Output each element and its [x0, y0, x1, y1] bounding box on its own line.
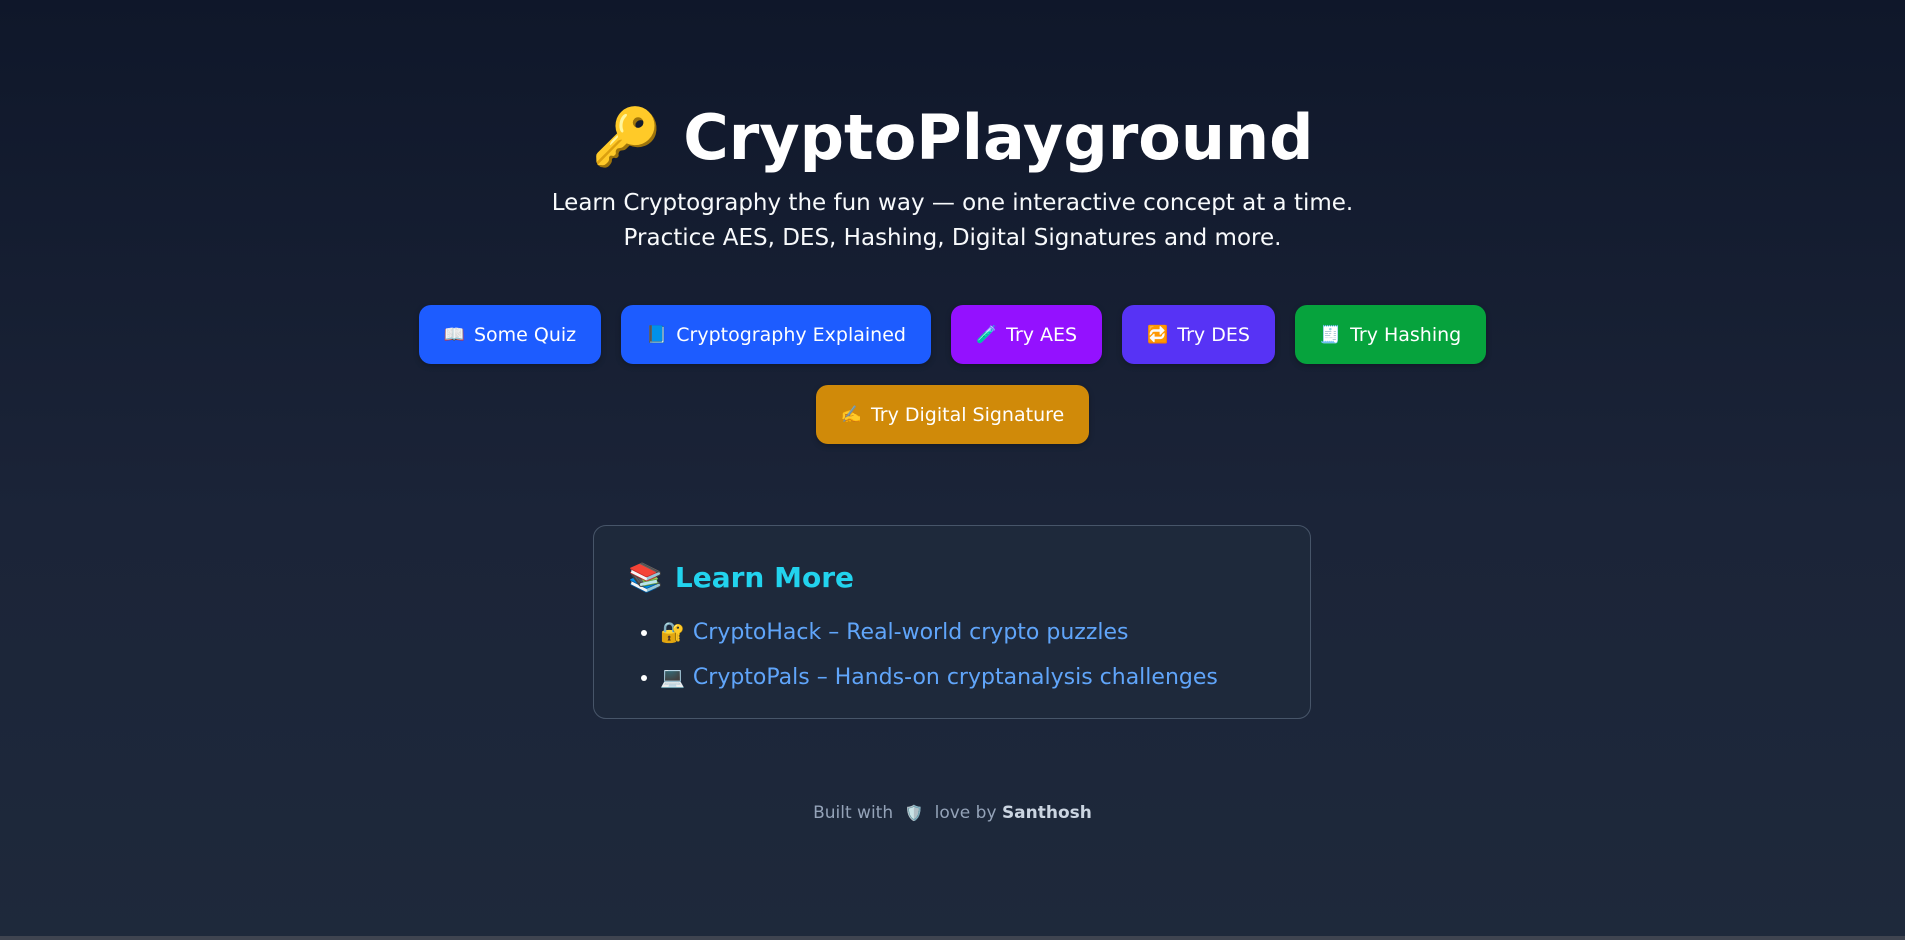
footer: Built with 🛡️ love by Santhosh: [0, 803, 1905, 823]
laptop-icon: 💻: [660, 665, 685, 689]
learn-more-heading-text: Learn More: [674, 561, 854, 594]
receipt-icon: 🧾: [1319, 324, 1342, 345]
shield-icon: 🛡️: [904, 804, 924, 822]
page-title: 🔑 CryptoPlayground: [591, 100, 1313, 176]
blue-book-icon: 📘: [646, 324, 668, 345]
some-quiz-label: Some Quiz: [473, 323, 577, 346]
try-hashing-button[interactable]: 🧾 Try Hashing: [1294, 305, 1487, 364]
try-des-button[interactable]: 🔁 Try DES: [1122, 305, 1275, 364]
subtitle-line-1: Learn Cryptography the fun way — one int…: [551, 190, 1354, 216]
repeat-icon: 🔁: [1147, 324, 1169, 345]
cryptohack-link-text: CryptoHack – Real-world crypto puzzles: [692, 620, 1129, 645]
list-item: 💻 CryptoPals – Hands-on cryptanalysis cha…: [660, 655, 1278, 700]
list-item: 🔐 CryptoHack – Real-world crypto puzzles: [660, 610, 1278, 655]
subtitle-line-2: Practice AES, DES, Hashing, Digital Sign…: [623, 225, 1282, 251]
cryptography-explained-label: Cryptography Explained: [676, 323, 906, 346]
test-tube-icon: 🧪: [975, 324, 998, 345]
page-title-text: CryptoPlayground: [683, 101, 1314, 174]
learn-more-heading: 📚 Learn More: [628, 560, 1278, 596]
cryptography-explained-button[interactable]: 📘 Cryptography Explained: [621, 305, 931, 364]
try-des-label: Try DES: [1177, 323, 1250, 346]
try-hashing-label: Try Hashing: [1350, 323, 1462, 346]
hero: 🔑 CryptoPlayground Learn Cryptography th…: [0, 100, 1905, 256]
window-bottom-edge: [0, 936, 1905, 940]
open-book-icon: 📖: [443, 324, 465, 345]
button-row-1: 📖 Some Quiz 📘 Cryptography Explained 🧪 T…: [0, 305, 1905, 364]
try-aes-label: Try AES: [1006, 323, 1078, 346]
footer-middle: love by: [934, 803, 997, 823]
writing-hand-icon: ✍️: [840, 404, 862, 425]
cryptopals-link[interactable]: 💻 CryptoPals – Hands-on cryptanalysis cha…: [660, 665, 1218, 690]
cryptohack-link[interactable]: 🔐 CryptoHack – Real-world crypto puzzles: [660, 620, 1128, 645]
try-aes-button[interactable]: 🧪 Try AES: [950, 305, 1103, 364]
key-icon: 🔑: [591, 105, 662, 170]
subtitle: Learn Cryptography the fun way — one int…: [0, 186, 1905, 256]
button-row-2: ✍️ Try Digital Signature: [0, 385, 1905, 444]
try-digital-signature-button[interactable]: ✍️ Try Digital Signature: [815, 385, 1090, 444]
footer-prefix: Built with: [813, 803, 894, 823]
try-digital-signature-label: Try Digital Signature: [870, 403, 1065, 426]
footer-author: Santhosh: [1001, 803, 1092, 823]
locked-with-key-icon: 🔐: [660, 620, 685, 644]
learn-more-list: 🔐CryptoHack – Real-world crypto puzzles …: [628, 610, 1278, 700]
books-icon: 📚: [628, 561, 663, 594]
cryptopals-link-text: CryptoPals – Hands-on cryptanalysis chal…: [692, 665, 1218, 690]
some-quiz-button[interactable]: 📖 Some Quiz: [418, 305, 602, 364]
learn-more-card: 📚 Learn More 🔐 CryptoHack – Real-world cr…: [593, 525, 1311, 719]
